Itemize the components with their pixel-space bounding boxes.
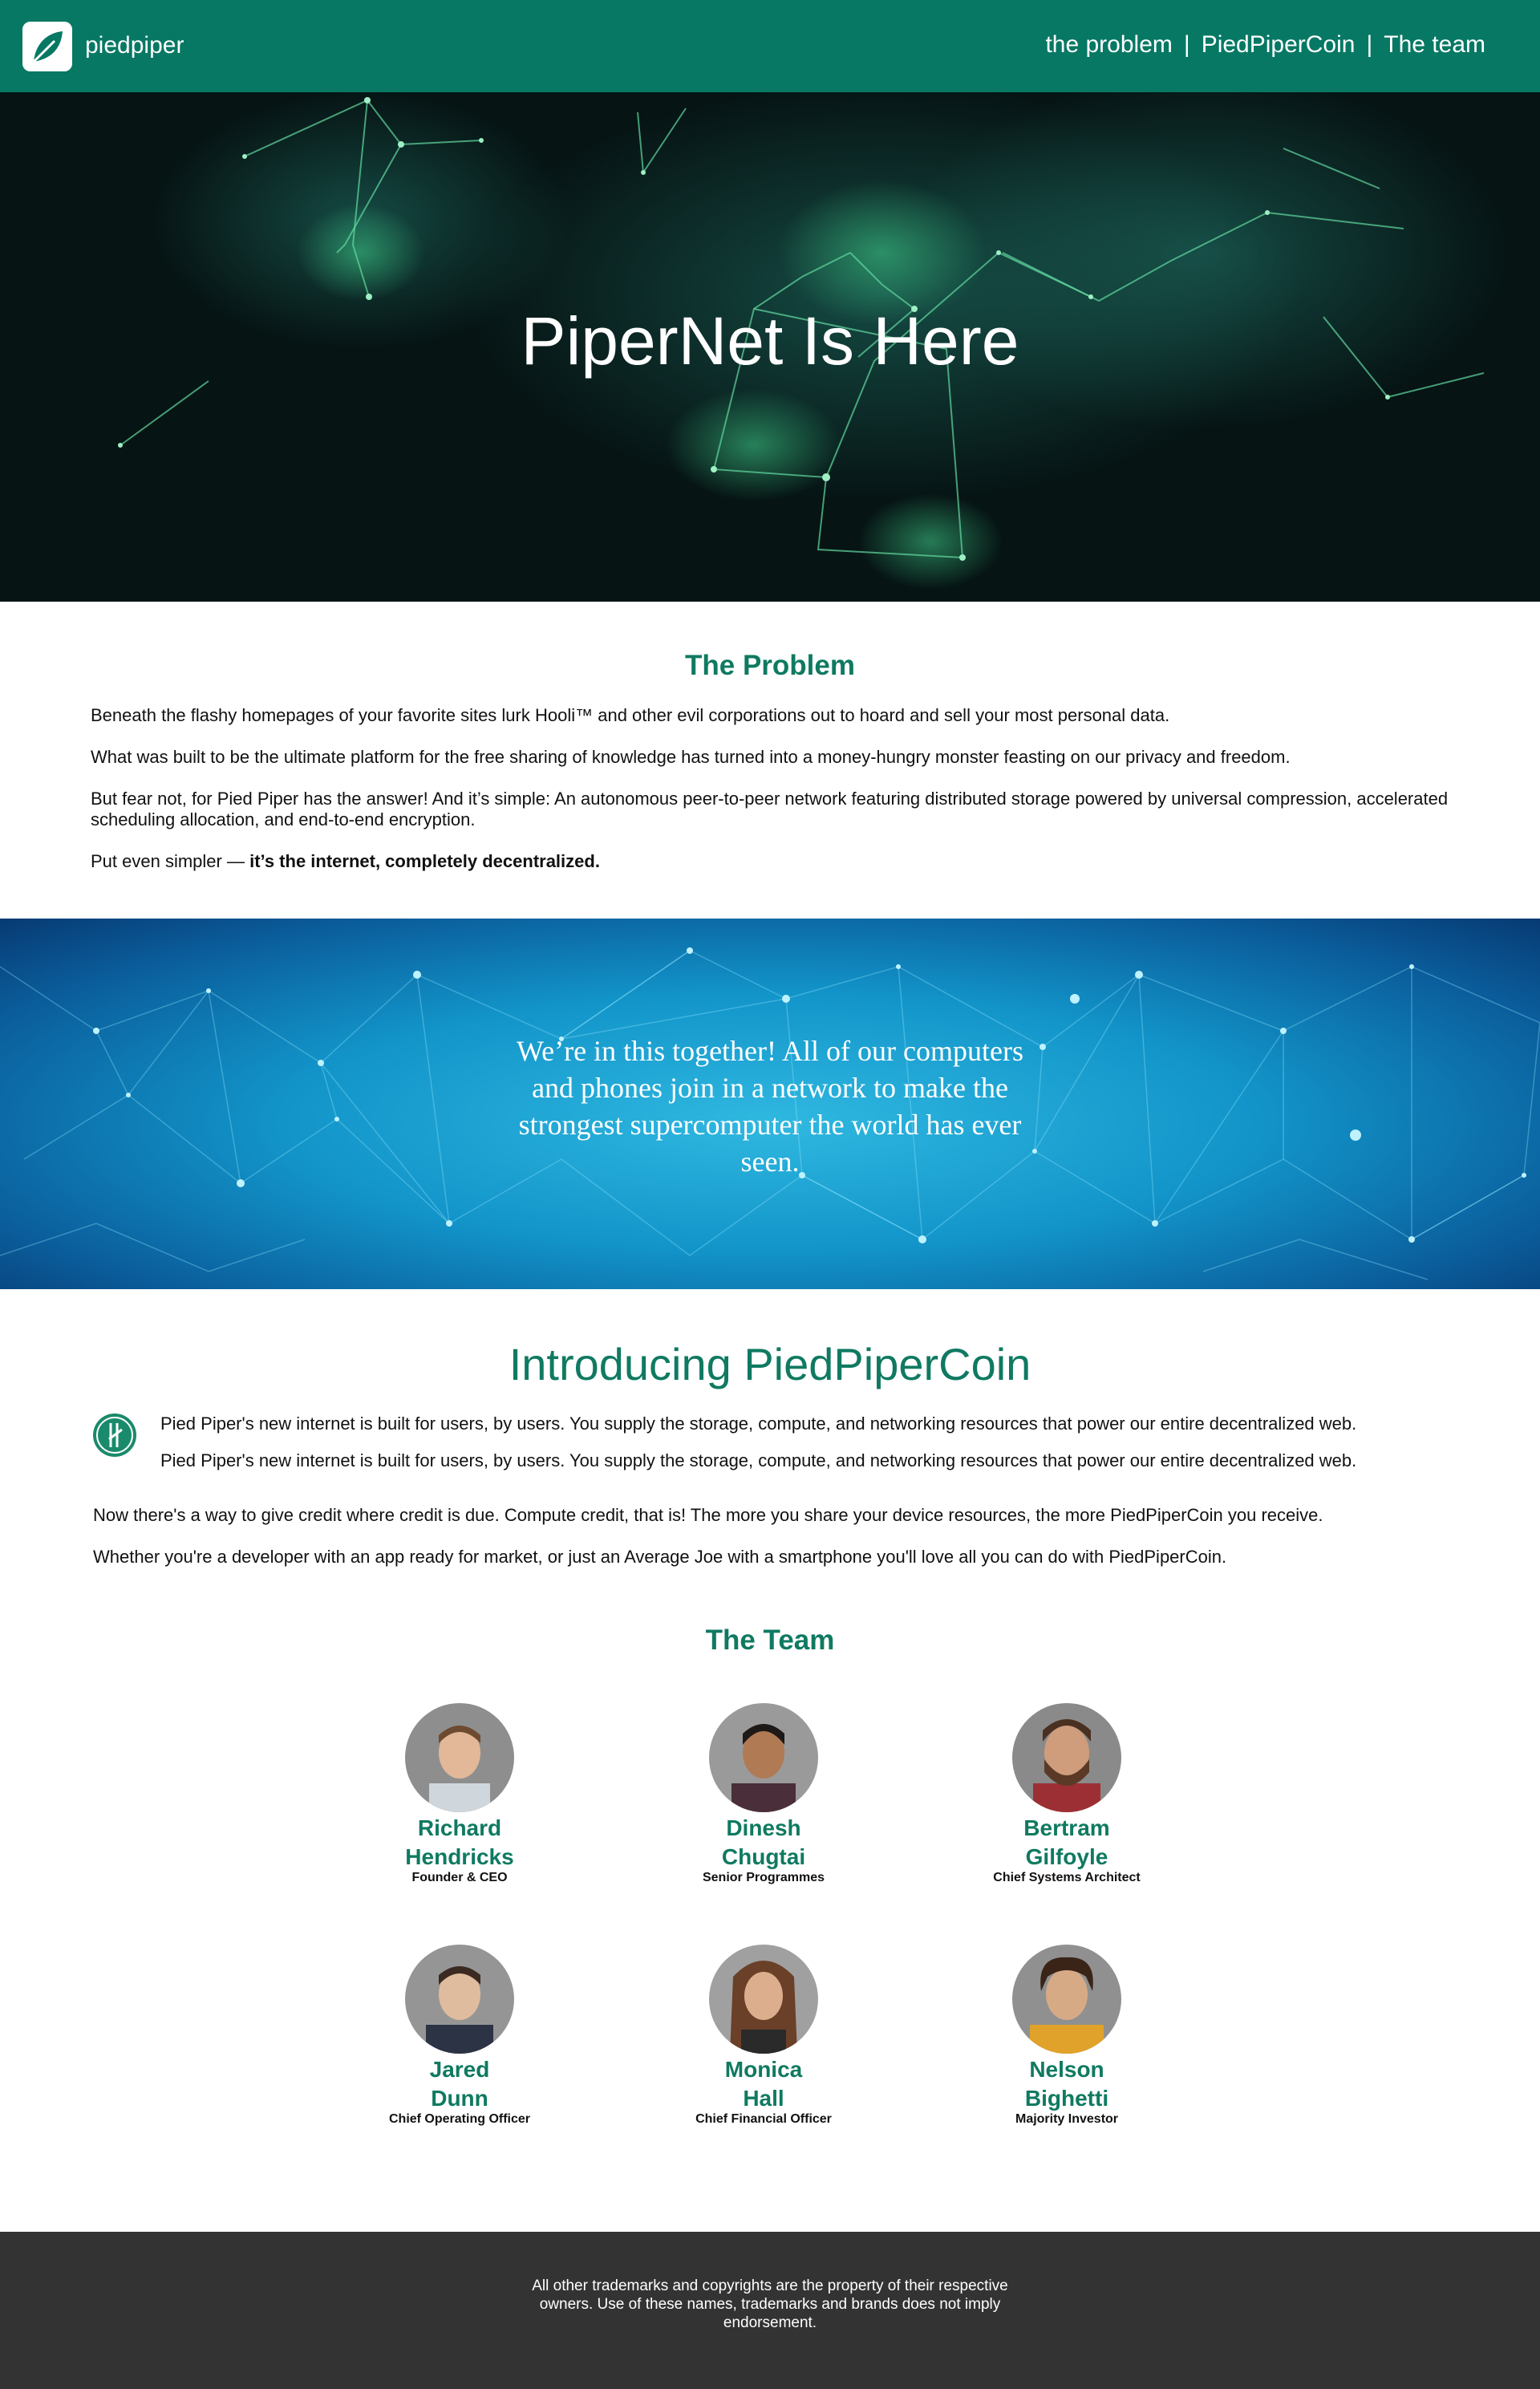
team-member-card: Nelson Bighetti Majority Investor — [991, 1945, 1143, 2127]
member-role: Chief Systems Architect — [993, 1871, 1141, 1884]
member-last-name: Hall — [743, 2086, 784, 2111]
member-first-name: Jared — [429, 2057, 490, 2082]
avatar — [405, 1703, 514, 1812]
member-first-name: Richard — [417, 1815, 502, 1840]
coin-line: Pied Piper's new internet is built for u… — [160, 1414, 1357, 1434]
hero-banner: PiperNet Is Here — [0, 92, 1540, 602]
problem-paragraph: But fear not, for Pied Piper has the ans… — [91, 789, 1449, 829]
footer: All other trademarks and copyrights are … — [0, 2232, 1540, 2389]
nav-separator: | — [1366, 31, 1373, 58]
avatar — [709, 1945, 818, 2054]
problem-summary: Put even simpler — it’s the internet, co… — [91, 851, 1486, 872]
summary-prefix: Put even simpler — — [91, 851, 245, 871]
member-role: Chief Operating Officer — [388, 2112, 531, 2126]
network-quote-banner: We’re in this together! All of our compu… — [0, 919, 1540, 1289]
nav-separator: | — [1183, 31, 1190, 58]
team-member-card: Monica Hall Chief Financial Officer — [687, 1945, 840, 2127]
team-member-card: Richard Hendricks Founder & CEO — [383, 1703, 536, 1886]
summary-bold: it’s the internet, completely decentrali… — [249, 851, 600, 871]
nav-link-piedpipercoin[interactable]: PiedPiperCoin — [1202, 31, 1356, 59]
member-first-name: Monica — [724, 2057, 803, 2082]
nav-link-the-team[interactable]: The team — [1384, 31, 1485, 59]
piedpiper-logo-icon[interactable] — [22, 22, 72, 71]
team-heading: The Team — [705, 1624, 835, 1656]
member-last-name: Hendricks — [405, 1844, 514, 1869]
problem-paragraph: Beneath the flashy homepages of your fav… — [91, 705, 1170, 725]
avatar — [1012, 1703, 1121, 1812]
avatar — [709, 1703, 818, 1812]
problem-paragraph: What was built to be the ultimate platfo… — [91, 747, 1291, 767]
banner-quote: We’re in this together! All of our compu… — [517, 1035, 1023, 1178]
hero-title: PiperNet Is Here — [521, 303, 1019, 379]
brand-name[interactable]: piedpiper — [85, 32, 184, 59]
coin-line: Pied Piper's new internet is built for u… — [160, 1450, 1357, 1470]
team-member-card: Bertram Gilfoyle Chief Systems Architect — [991, 1703, 1143, 1886]
piedpipercoin-icon — [91, 1412, 138, 1458]
member-last-name: Gilfoyle — [1025, 1844, 1108, 1869]
member-last-name: Chugtai — [721, 1844, 806, 1869]
coin-heading: Introducing PiedPiperCoin — [509, 1339, 1031, 1389]
coin-paragraph: Whether you're a developer with an app r… — [93, 1547, 1227, 1567]
member-role: Founder & CEO — [411, 1871, 508, 1884]
team-member-card: Jared Dunn Chief Operating Officer — [383, 1945, 536, 2127]
top-navbar: piedpiper the problem | PiedPiperCoin | … — [0, 0, 1540, 92]
member-role: Chief Financial Officer — [695, 2112, 832, 2126]
nav-links: the problem | PiedPiperCoin | The team — [1045, 31, 1485, 59]
avatar — [1012, 1945, 1121, 2054]
member-role: Senior Programmes — [702, 1871, 825, 1884]
member-first-name: Bertram — [1023, 1815, 1110, 1840]
coin-paragraph: Now there's a way to give credit where c… — [93, 1505, 1323, 1525]
nav-link-the-problem[interactable]: the problem — [1045, 31, 1172, 59]
member-last-name: Bighetti — [1024, 2086, 1109, 2111]
member-role: Majority Investor — [1015, 2112, 1119, 2126]
team-member-card: Dinesh Chugtai Senior Programmes — [687, 1703, 840, 1886]
footer-disclaimer: All other trademarks and copyrights are … — [532, 2277, 1008, 2331]
member-first-name: Nelson — [1029, 2057, 1104, 2082]
avatar — [405, 1945, 514, 2054]
member-last-name: Dunn — [431, 2086, 488, 2111]
problem-heading: The Problem — [685, 650, 855, 681]
member-first-name: Dinesh — [726, 1815, 801, 1840]
